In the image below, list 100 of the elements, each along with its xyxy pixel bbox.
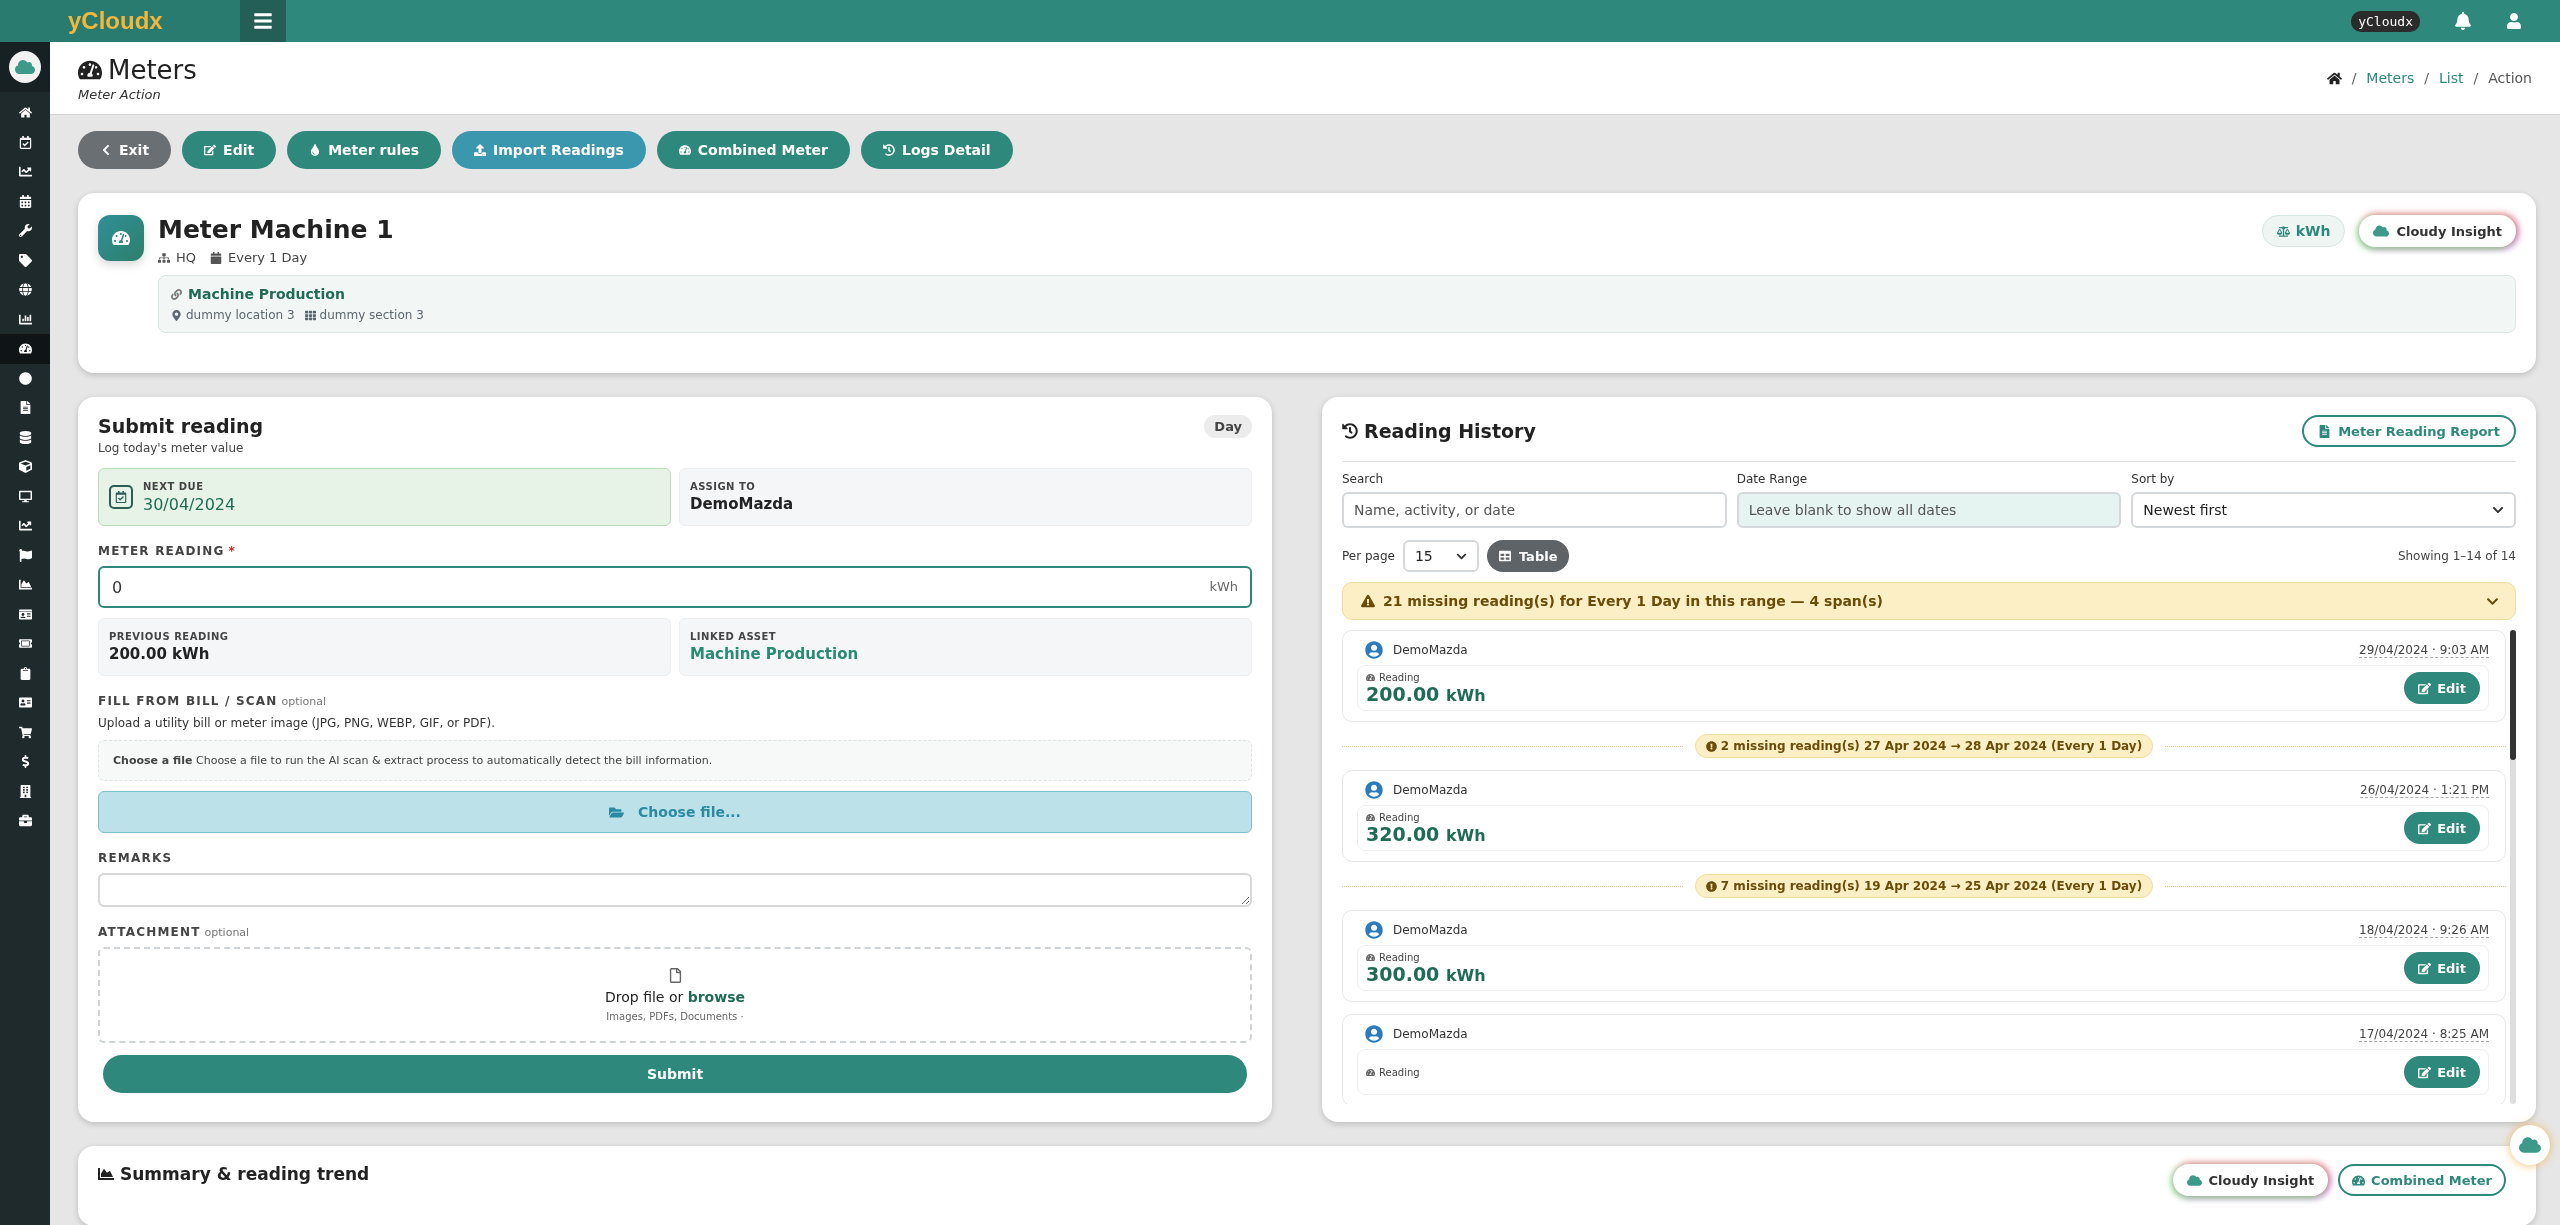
database-icon <box>18 430 32 444</box>
drop-icon <box>309 144 322 156</box>
optional-label: optional <box>204 926 250 939</box>
action-button[interactable]: Edit <box>182 131 277 169</box>
sort-select[interactable]: Newest first <box>2131 492 2516 528</box>
search-field[interactable]: Name, activity, or date <box>1342 492 1727 528</box>
user-button[interactable] <box>2506 13 2522 29</box>
gauge-icon <box>2352 1173 2366 1187</box>
period-badge: Day <box>1204 415 1252 438</box>
date-range-field[interactable]: Leave blank to show all dates <box>1736 492 2122 528</box>
choose-file-button[interactable]: Choose file... <box>98 791 1252 833</box>
gauge-icon <box>1366 1067 1375 1077</box>
table-view-button[interactable]: Table <box>1486 540 1570 572</box>
scale-icon <box>2276 224 2290 238</box>
field-label: Date Range <box>1736 472 1809 486</box>
action-button[interactable]: Combined Meter <box>656 131 851 169</box>
result-count: Showing 1–14 of 14 <box>2397 549 2516 563</box>
remarks-field[interactable] <box>98 873 1252 907</box>
edit-icon <box>2418 1065 2432 1079</box>
edit-button[interactable]: Edit <box>2404 1056 2480 1088</box>
page-title: Meters <box>78 54 197 85</box>
cloud-icon <box>15 57 35 77</box>
wrench-icon <box>18 224 32 238</box>
edit-button[interactable]: Edit <box>2404 952 2480 984</box>
action-button[interactable]: Exit <box>78 131 172 169</box>
building-icon <box>18 784 32 798</box>
gauge-icon <box>112 229 130 247</box>
action-button[interactable]: Logs Detail <box>861 131 1013 169</box>
action-button[interactable]: Meter rules <box>287 131 442 169</box>
breadcrumb-separator: / <box>2351 70 2357 86</box>
edit-button[interactable]: Edit <box>2404 812 2480 844</box>
reading-label: Reading <box>1366 1066 1420 1078</box>
calendar-icon <box>18 194 32 208</box>
line-chart-icon <box>18 519 32 533</box>
sidebar-item[interactable] <box>0 334 50 364</box>
cloud-icon <box>2519 1134 2541 1156</box>
unit-label: kWh <box>1209 579 1238 594</box>
breadcrumb-link[interactable]: Meters <box>2366 70 2415 86</box>
browse-link[interactable]: browse <box>687 989 745 1005</box>
cloud-icon <box>2186 1172 2202 1188</box>
missing-readings-tag: 7 missing reading(s) 19 Apr 2024 → 25 Apr 2024 (Every 1 Day) <box>1694 874 2154 898</box>
report-button[interactable]: Meter Reading Report <box>2302 415 2516 447</box>
tile-label: PREVIOUS READING <box>109 631 229 642</box>
user-name: DemoMazda <box>1393 643 1468 657</box>
field-label: Per page <box>1342 549 1395 563</box>
reading-time: 29/04/2024 · 9:03 AM <box>2359 642 2489 658</box>
alert-icon <box>1705 740 1717 752</box>
action-button[interactable]: Import Readings <box>452 131 646 169</box>
assistant-button[interactable] <box>2510 1125 2550 1165</box>
user-icon <box>1365 921 1383 939</box>
insight-button[interactable]: Cloudy Insight <box>2359 215 2516 247</box>
bar-chart-icon <box>18 312 32 326</box>
field-label: METER READING <box>98 544 225 558</box>
drop-zone[interactable]: Drop file or browse Images, PDFs, Documents · <box>98 947 1252 1043</box>
cube-icon <box>18 460 32 474</box>
scrollbar-thumb[interactable] <box>2510 630 2516 760</box>
field-label: Search <box>1342 472 1385 486</box>
meter-site: HQ <box>176 250 196 265</box>
warning-icon <box>1361 594 1375 608</box>
reading-time: 17/04/2024 · 8:25 AM <box>2359 1026 2489 1042</box>
gauge-icon <box>18 342 32 356</box>
reading-label: Reading <box>1366 671 1486 683</box>
user-icon <box>1365 641 1383 659</box>
reading-label: Reading <box>1366 811 1486 823</box>
edit-button[interactable]: Edit <box>2404 672 2480 704</box>
previous-reading-value: 200.00 kWh <box>109 645 211 663</box>
reading-value: 200.00 kWh <box>1366 682 1486 705</box>
app-logo: yCloudx <box>68 7 163 35</box>
user-name: DemoMazda <box>1393 923 1468 937</box>
insight-button[interactable]: Cloudy Insight <box>2172 1164 2329 1196</box>
per-page-select[interactable]: 15 <box>1402 540 1479 572</box>
breadcrumb-link[interactable]: List <box>2438 70 2464 86</box>
missing-readings-alert[interactable]: 21 missing reading(s) for Every 1 Day in this range — 4 span(s) <box>1342 582 2516 620</box>
notifications-button[interactable] <box>2454 12 2472 30</box>
link-icon <box>171 288 182 300</box>
user-name: DemoMazda <box>1393 783 1468 797</box>
monitor-icon <box>18 489 32 503</box>
chevron-down-icon <box>2492 504 2504 516</box>
field-label: FILL FROM BILL / SCAN <box>98 694 278 708</box>
user-icon <box>1365 1025 1383 1043</box>
user-icon <box>1365 781 1383 799</box>
assignee-name: DemoMazda <box>690 495 794 513</box>
missing-readings-tag: 2 missing reading(s) 27 Apr 2024 → 28 Apr 2024 (Every 1 Day) <box>1694 734 2154 758</box>
tile-label: NEXT DUE <box>143 480 205 492</box>
reading-time: 18/04/2024 · 9:26 AM <box>2359 922 2489 938</box>
globe-icon <box>18 283 32 297</box>
menu-icon <box>253 11 273 31</box>
meter-name: Meter Machine 1 <box>158 215 394 244</box>
user-icon <box>2506 13 2522 29</box>
history-icon <box>1342 423 1358 439</box>
combined-meter-button[interactable]: Combined Meter <box>2338 1164 2506 1196</box>
panel-title: Submit reading <box>98 415 264 437</box>
grid-icon <box>304 309 316 321</box>
edit-icon <box>2418 961 2432 975</box>
menu-button[interactable] <box>240 0 286 42</box>
submit-button[interactable]: Submit <box>103 1055 1247 1093</box>
meter-frequency: Every 1 Day <box>228 250 308 265</box>
hierarchy-icon <box>158 251 170 264</box>
scan-note: Choose a file Choose a file to run the AI scan & extract process to automatically detect the bill information. <box>98 740 1252 781</box>
next-due-date: 30/04/2024 <box>143 494 236 514</box>
